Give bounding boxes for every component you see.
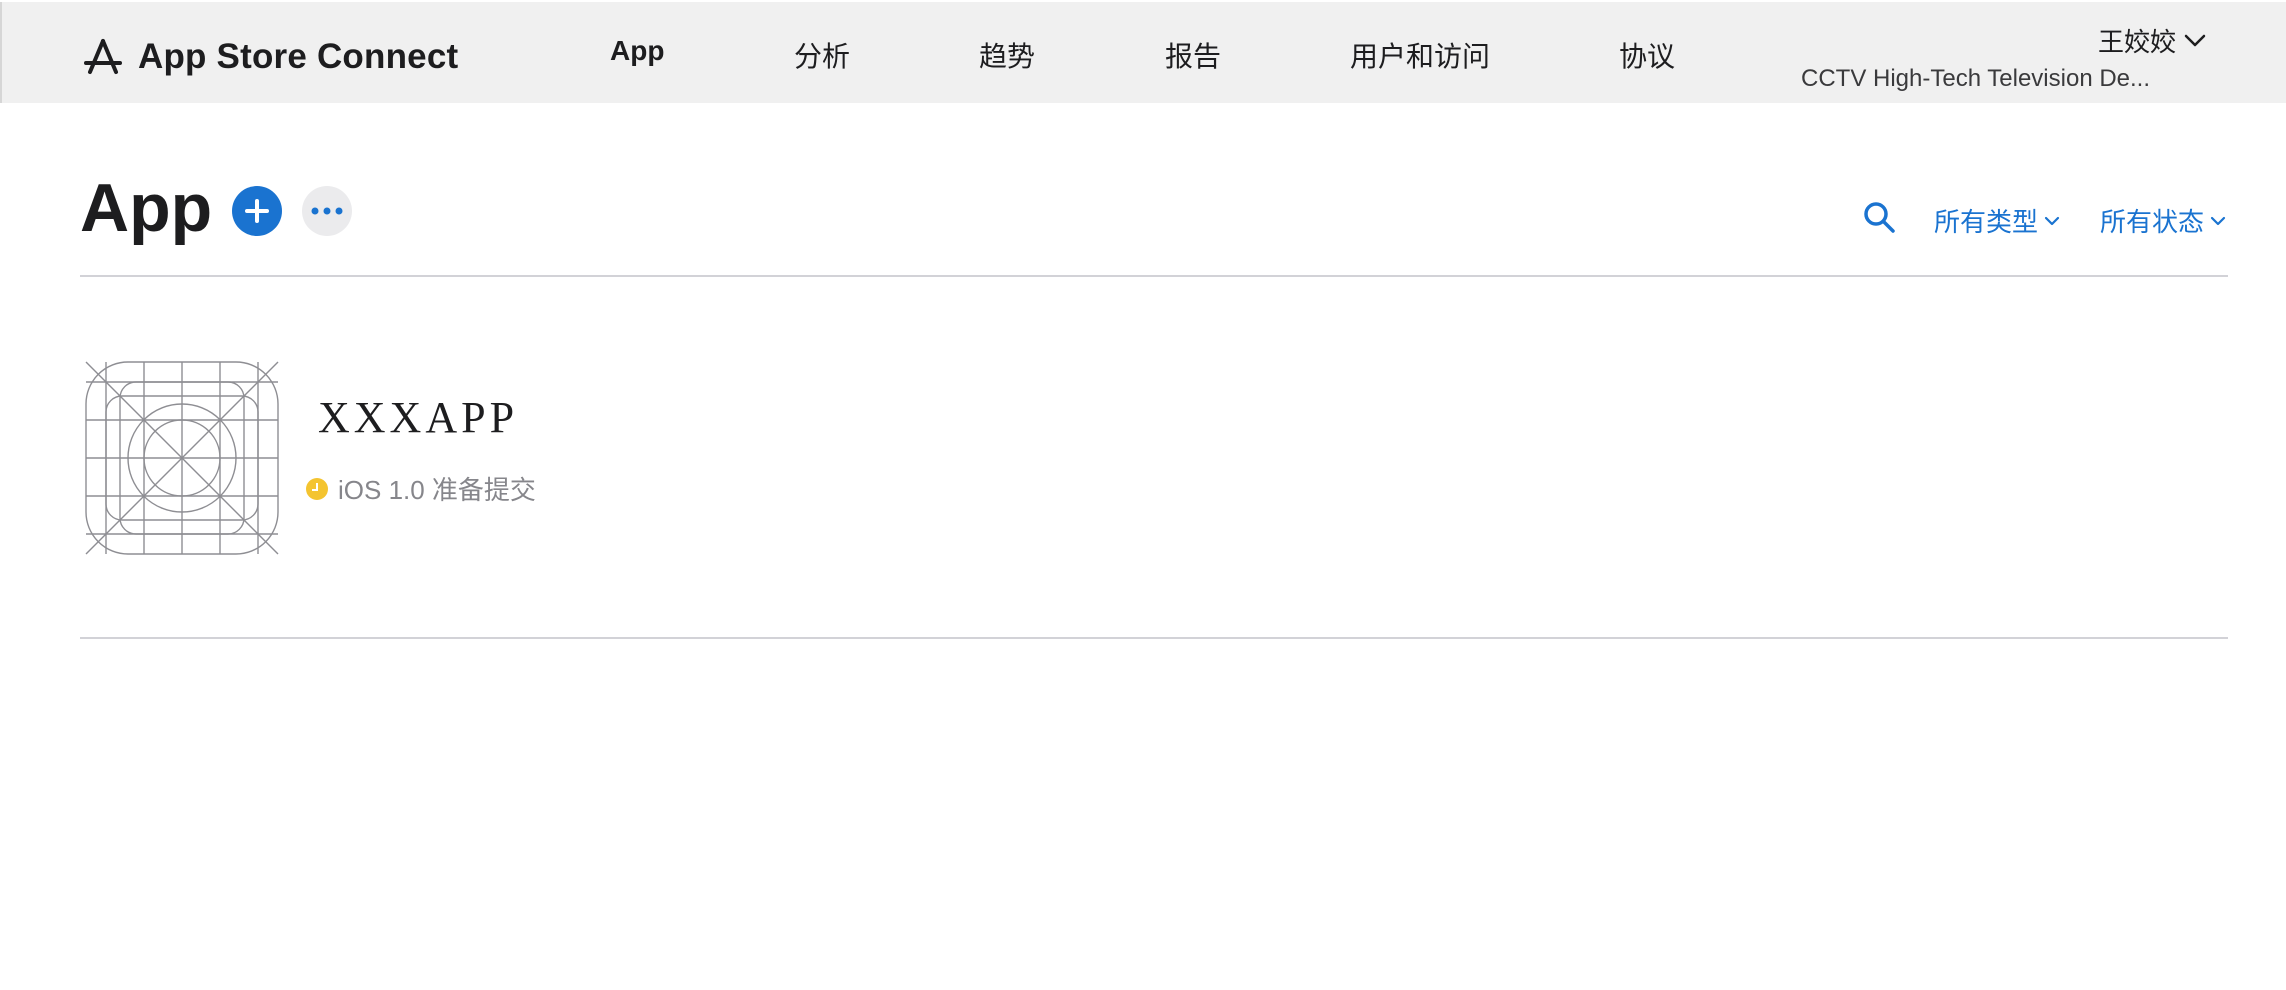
- account-name-row[interactable]: 王姣姣: [1801, 22, 2206, 59]
- nav-item-reports[interactable]: 报告: [1165, 35, 1221, 75]
- nav-item-app[interactable]: App: [610, 35, 664, 67]
- plus-icon: [245, 199, 269, 223]
- app-store-icon: [84, 39, 122, 74]
- ellipsis-icon: [311, 207, 343, 215]
- add-app-button[interactable]: [232, 186, 282, 236]
- search-icon: [1864, 202, 1895, 233]
- app-status: iOS 1.0 准备提交: [306, 470, 536, 507]
- nav-item-users-access[interactable]: 用户和访问: [1350, 35, 1490, 75]
- more-options-button[interactable]: [302, 186, 352, 236]
- type-filter-dropdown[interactable]: 所有类型: [1934, 202, 2060, 239]
- account-name: 王姣姣: [2097, 27, 2176, 57]
- top-navigation-bar: App Store Connect App 分析 趋势 报告 用户和访问 协议 …: [0, 2, 2286, 103]
- account-menu[interactable]: 王姣姣 CCTV High-Tech Television De...: [1801, 22, 2206, 93]
- type-filter-label: 所有类型: [1934, 207, 2039, 237]
- app-status-label: iOS 1.0 准备提交: [338, 475, 536, 505]
- header-divider: [80, 275, 2228, 277]
- app-name[interactable]: XXXAPP: [318, 392, 518, 443]
- list-divider: [80, 637, 2228, 639]
- account-organization: CCTV High-Tech Television De...: [1801, 65, 2151, 92]
- chevron-down-icon: [2210, 216, 2226, 225]
- chevron-down-icon: [2044, 216, 2060, 225]
- clock-icon: [306, 477, 328, 500]
- nav-item-agreements[interactable]: 协议: [1619, 35, 1675, 75]
- status-filter-label: 所有状态: [2100, 207, 2205, 237]
- app-placeholder-icon[interactable]: [84, 360, 280, 556]
- page-title: App: [80, 170, 213, 246]
- brand-name: App Store Connect: [138, 37, 459, 76]
- chevron-down-icon: [2184, 34, 2206, 46]
- nav-item-analytics[interactable]: 分析: [794, 35, 850, 75]
- nav-item-trends[interactable]: 趋势: [979, 35, 1035, 75]
- status-filter-dropdown[interactable]: 所有状态: [2100, 202, 2226, 239]
- search-button[interactable]: [1862, 200, 1896, 234]
- brand-logo[interactable]: App Store Connect: [82, 32, 458, 82]
